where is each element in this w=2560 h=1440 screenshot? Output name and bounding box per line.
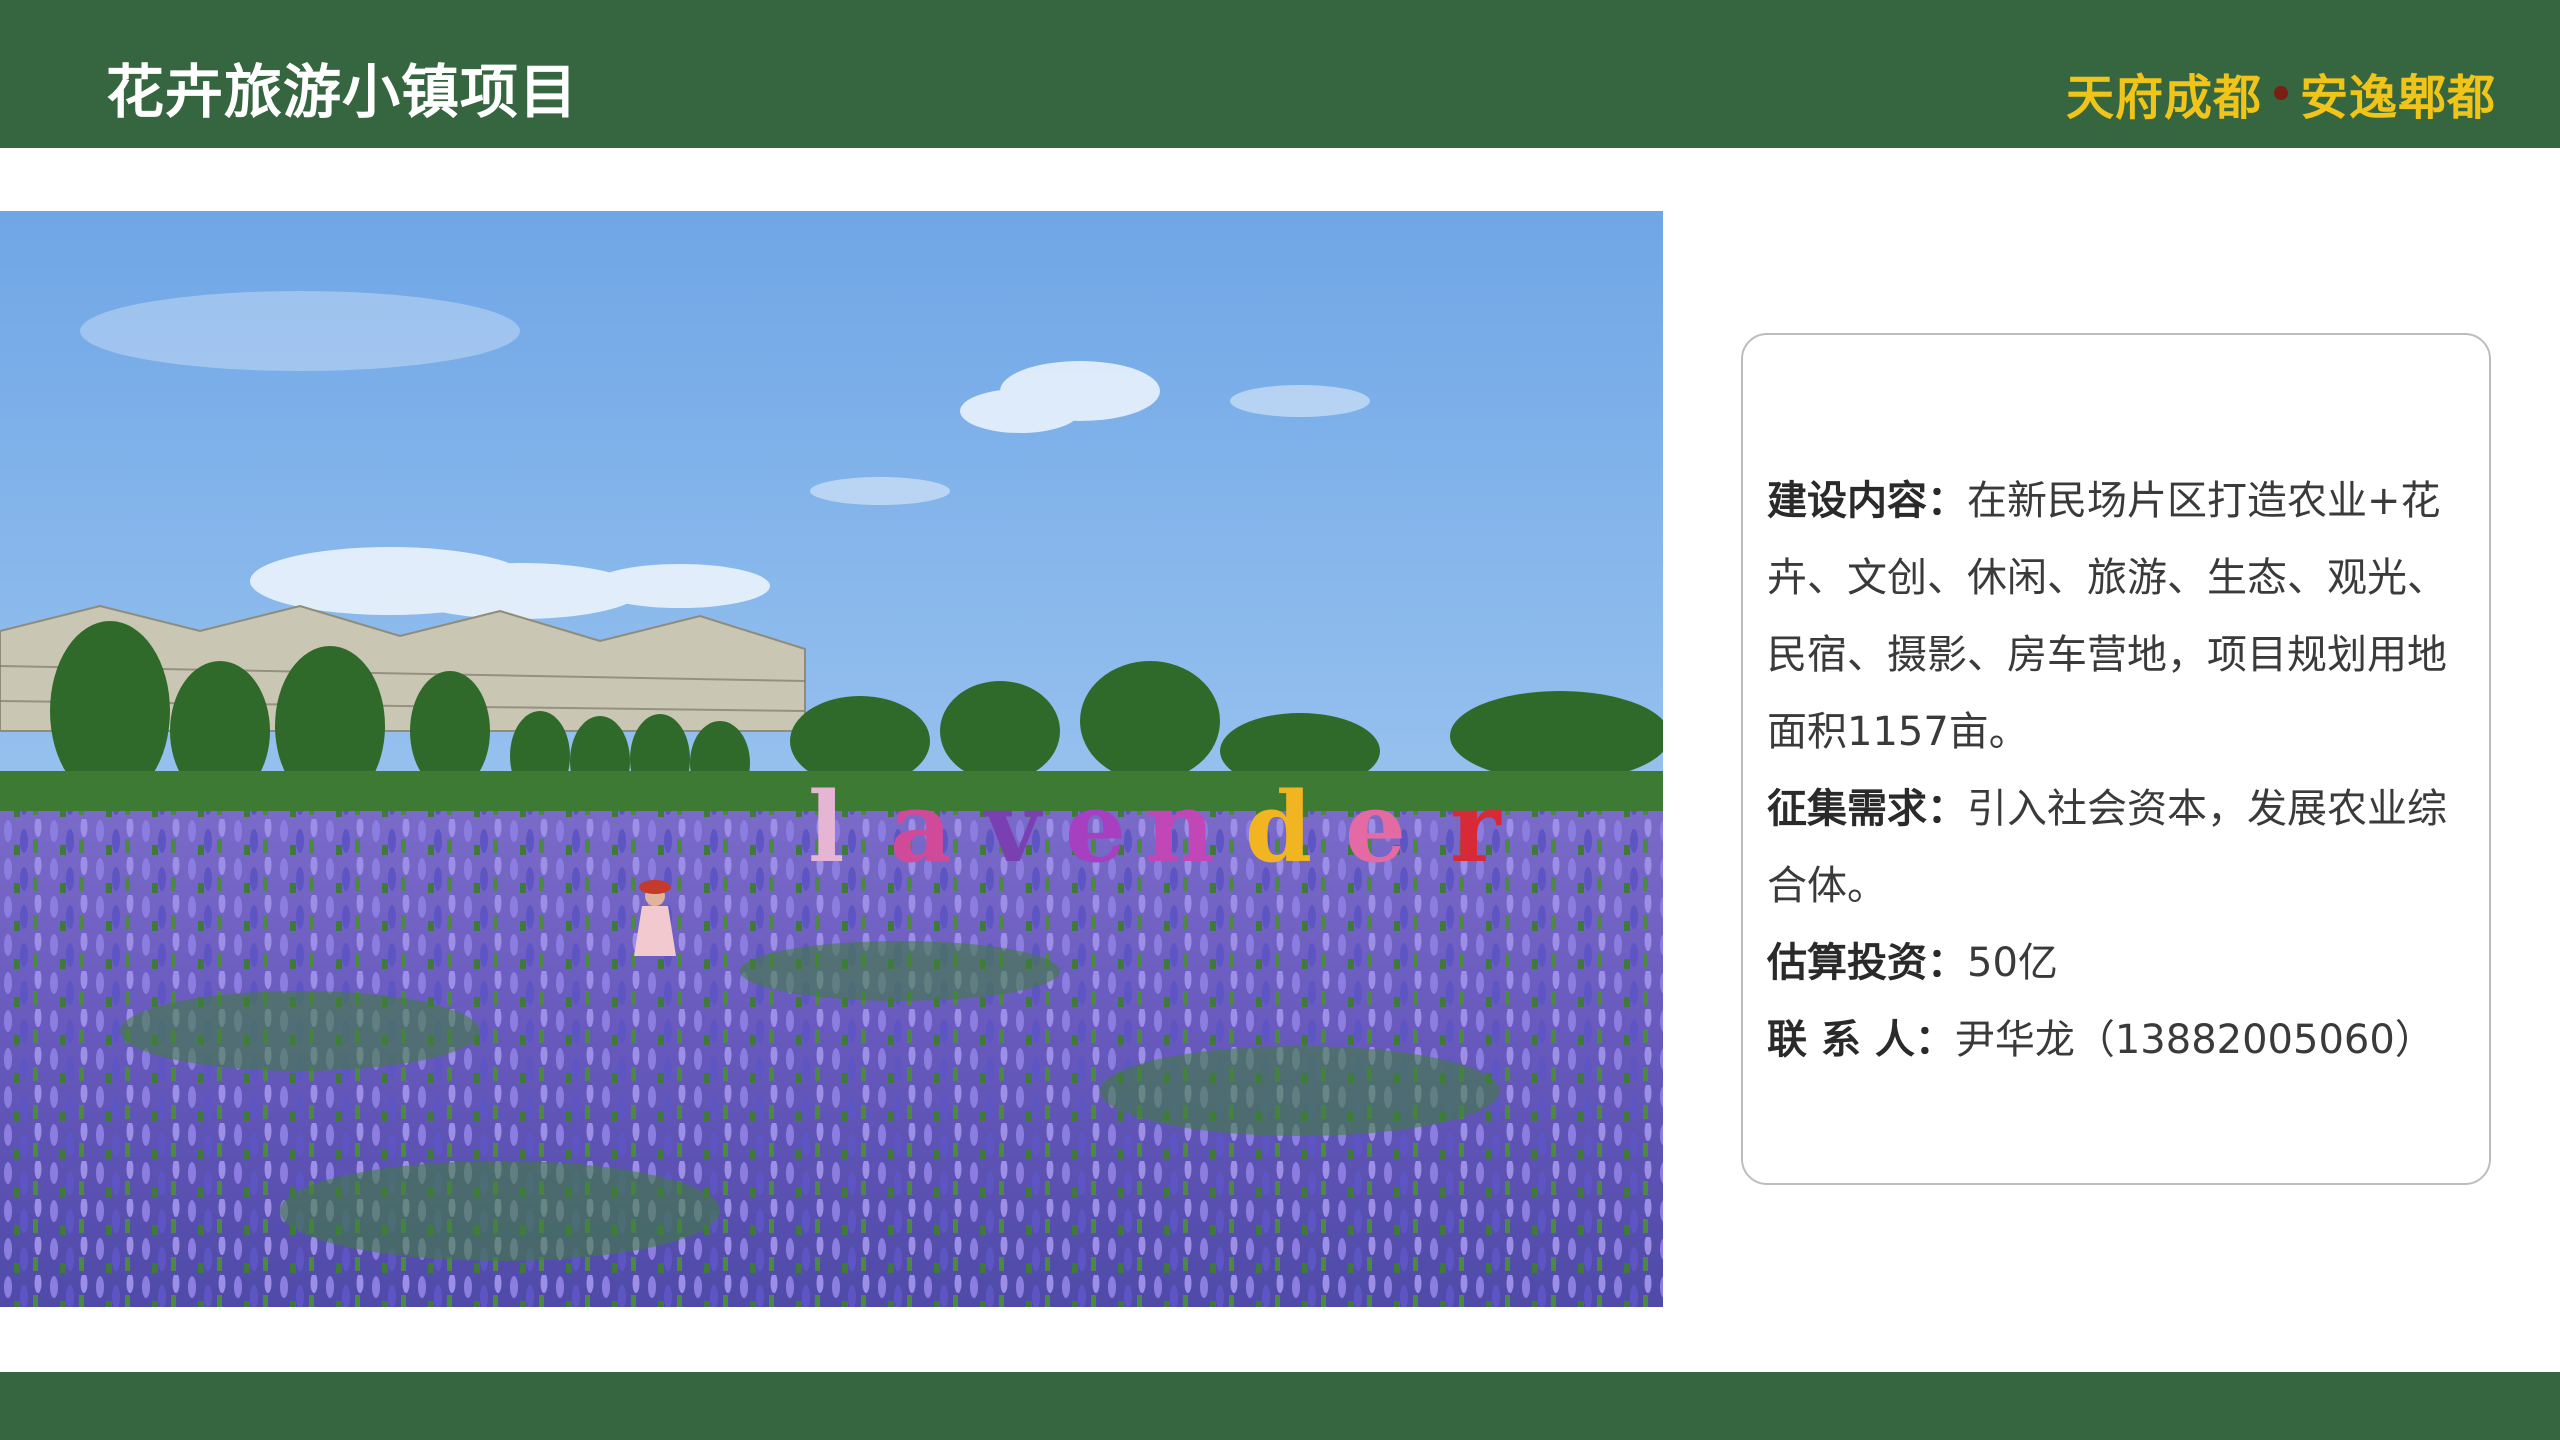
footer-bar bbox=[0, 1372, 2560, 1440]
lavender-field-photo: l a v e n d e r bbox=[0, 211, 1663, 1307]
project-info-text: 建设内容：在新民场片区打造农业+花卉、文创、休闲、旅游、生态、观光、民宿、摄影、… bbox=[1767, 463, 2467, 1079]
brand-dot-icon bbox=[2273, 86, 2288, 100]
investment-paragraph: 估算投资：50亿 bbox=[1767, 925, 2467, 1002]
contact-label: 联 系 人： bbox=[1767, 1017, 1955, 1063]
brand-slogan: 天府成都 安逸郫都 bbox=[2066, 58, 2496, 128]
sign-letter-d: d bbox=[1245, 771, 1312, 884]
header-bar: 花卉旅游小镇项目 天府成都 安逸郫都 bbox=[0, 0, 2560, 148]
page-title: 花卉旅游小镇项目 bbox=[106, 58, 579, 126]
investment-label: 估算投资： bbox=[1767, 940, 1967, 986]
sign-letter-e2: e bbox=[1345, 771, 1406, 884]
construction-paragraph: 建设内容：在新民场片区打造农业+花卉、文创、休闲、旅游、生态、观光、民宿、摄影、… bbox=[1767, 463, 2467, 771]
brand-left-text: 天府成都 bbox=[2065, 70, 2262, 126]
investment-value: 50亿 bbox=[1967, 940, 2058, 986]
sign-letter-a: a bbox=[890, 771, 952, 884]
project-info-card: 建设内容：在新民场片区打造农业+花卉、文创、休闲、旅游、生态、观光、民宿、摄影、… bbox=[1741, 333, 2491, 1185]
sign-letter-l: l bbox=[808, 771, 844, 884]
demand-label: 征集需求： bbox=[1767, 786, 1967, 832]
construction-label: 建设内容： bbox=[1767, 478, 1967, 524]
sign-letter-e1: e bbox=[1065, 771, 1126, 884]
sign-letter-r: r bbox=[1450, 771, 1502, 884]
contact-value: 尹华龙（13882005060） bbox=[1954, 1017, 2435, 1063]
sign-letter-n: n bbox=[1145, 771, 1215, 884]
contact-paragraph: 联 系 人：尹华龙（13882005060） bbox=[1767, 1002, 2467, 1079]
sign-letter-v: v bbox=[983, 771, 1044, 884]
demand-paragraph: 征集需求：引入社会资本，发展农业综合体。 bbox=[1767, 771, 2467, 925]
brand-right-text: 安逸郫都 bbox=[2299, 70, 2496, 126]
